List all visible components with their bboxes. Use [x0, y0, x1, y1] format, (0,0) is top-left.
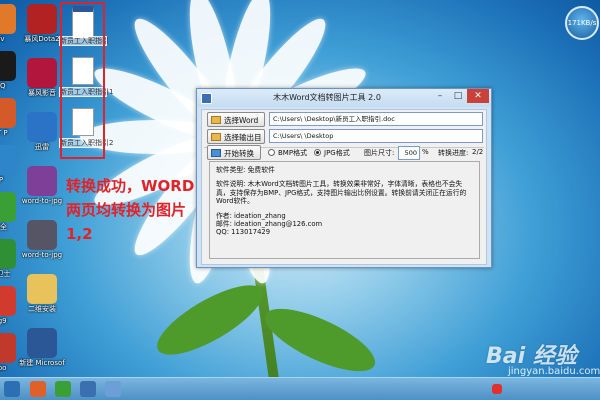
red-highlight-box: [60, 2, 105, 159]
bmp-format-label[interactable]: BMP格式: [278, 148, 307, 158]
winrar-icon[interactable]: [27, 166, 57, 196]
security-icon[interactable]: [0, 192, 16, 222]
word-file-path-field[interactable]: C:\Users\ \Desktop\新员工入职指引.doc: [269, 112, 483, 126]
image-size-label: 图片尺寸:: [364, 149, 395, 157]
desktop-icon-label[interactable]: word-to-jpg: [16, 197, 68, 205]
software-description: 软件说明: 木木Word文档转图片工具，转换效果非常好，字体清晰，表格也不会失真…: [216, 180, 467, 206]
progress-label: 转换进度:: [438, 149, 469, 157]
annotation-line-3: 1,2: [66, 225, 93, 243]
software-info-panel: 软件类型: 免费软件 软件说明: 木木Word文档转图片工具，转换效果非常好，字…: [209, 161, 480, 259]
desktop-icon-label[interactable]: 安全: [0, 223, 26, 231]
desktop-icon-label[interactable]: ET P: [0, 129, 26, 137]
leaf: [148, 272, 272, 368]
jpg-format-radio[interactable]: [314, 149, 321, 156]
window-client-area: 选择Word文件 C:\Users\ \Desktop\新员工入职指引.doc …: [201, 109, 487, 265]
desktop-icon-label[interactable]: word-to-jpg: [16, 251, 68, 259]
image-size-unit: %: [422, 148, 429, 156]
converter-taskbar-icon[interactable]: [80, 381, 96, 397]
folder-icon: [211, 133, 221, 141]
jpg-format-label[interactable]: JPG格式: [324, 148, 350, 158]
app-icon[interactable]: [0, 333, 16, 363]
bmp-format-radio[interactable]: [268, 149, 275, 156]
app-taskbar-icon[interactable]: [105, 381, 121, 397]
window-title: 木木Word文档转图片工具 2.0: [273, 93, 381, 102]
desktop-icon-label[interactable]: 全卫士: [0, 270, 26, 278]
app-icon[interactable]: [0, 4, 16, 34]
qq-line: QQ: 113017429: [216, 228, 271, 237]
shield-icon[interactable]: [0, 239, 16, 269]
folder-icon: [211, 116, 221, 124]
thunder-icon[interactable]: [27, 112, 57, 142]
app-window: 木木Word文档转图片工具 2.0 – □ ✕ 选择Word文件 C:\User…: [196, 88, 492, 268]
image-size-input[interactable]: 500: [398, 146, 420, 160]
media-player-icon[interactable]: [27, 58, 57, 88]
output-dir-path-field[interactable]: C:\Users\ \Desktop: [269, 129, 483, 143]
select-output-dir-button[interactable]: 选择输出目录: [207, 129, 265, 157]
desktop-icon-label[interactable]: 新建 Microsof: [16, 359, 68, 367]
start-convert-button[interactable]: 开始转换: [207, 145, 261, 160]
ie-icon[interactable]: [0, 145, 16, 175]
app-taskbar-icon[interactable]: [55, 381, 71, 397]
close-button[interactable]: ✕: [467, 89, 489, 103]
maximize-button[interactable]: □: [449, 89, 467, 103]
red-annotation-text: 转换成功，WORD 两页均转换为图片 1,2: [66, 174, 194, 246]
desktop-icon-label[interactable]: eg9: [0, 317, 26, 325]
desktop: ffvQQET PiP安全全卫士eg9ypo 暴风Dota2暴风影音迅雷word…: [0, 0, 600, 400]
network-speed-text: 171KB/s: [567, 19, 597, 27]
word-icon[interactable]: [27, 328, 57, 358]
convert-icon: [211, 149, 221, 157]
annotation-line-2: 两页均转换为图片: [66, 201, 187, 219]
email-line: 邮件: ideation_zhang@126.com: [216, 220, 323, 229]
annotation-line-1: 转换成功，WORD: [66, 177, 195, 195]
dota-icon[interactable]: [27, 4, 57, 34]
start-button[interactable]: [4, 381, 20, 397]
select-word-file-button[interactable]: 选择Word文件: [207, 112, 265, 140]
author-line: 作者: ideation_zhang: [216, 211, 286, 220]
progress-value: 2/2: [472, 148, 484, 156]
start-convert-label: 开始转换: [224, 149, 254, 158]
folder-icon[interactable]: [27, 274, 57, 304]
qq-icon[interactable]: [0, 51, 16, 81]
taskbar: [0, 377, 600, 400]
tray-icon[interactable]: [492, 384, 502, 394]
browser-taskbar-icon[interactable]: [30, 381, 46, 397]
software-type: 软件类型: 免费软件: [216, 166, 275, 174]
office-icon[interactable]: [0, 98, 16, 128]
window-titlebar[interactable]: 木木Word文档转图片工具 2.0 – □ ✕: [197, 89, 491, 107]
app-icon[interactable]: [0, 286, 16, 316]
baidu-watermark-url: jingyan.baidu.com: [508, 366, 600, 377]
network-speed-widget[interactable]: 171KB/s: [565, 6, 599, 40]
desktop-icon-label[interactable]: 二维安装: [16, 305, 68, 313]
desktop-icon-label[interactable]: iP: [0, 176, 26, 184]
minimize-button[interactable]: –: [431, 89, 449, 103]
image-icon[interactable]: [27, 220, 57, 250]
